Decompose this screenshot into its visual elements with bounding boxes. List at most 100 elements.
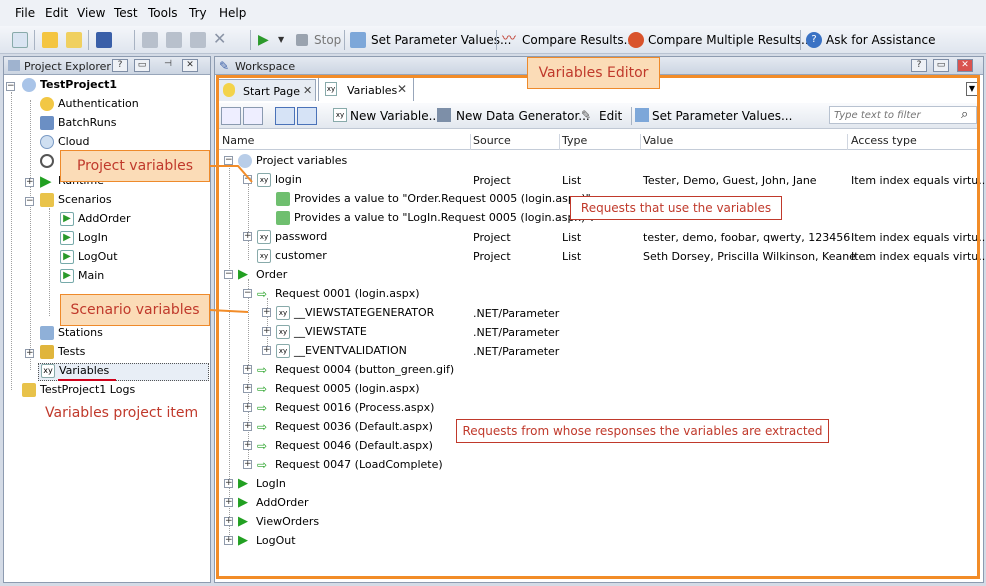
tree-gauge[interactable] <box>40 154 58 172</box>
group-icon[interactable] <box>275 107 295 125</box>
expand-request-0047[interactable]: + <box>243 460 252 469</box>
expand-order[interactable]: − <box>224 270 233 279</box>
expand-request-0005[interactable]: + <box>243 384 252 393</box>
save-icon[interactable] <box>96 32 112 48</box>
explorer-close-button[interactable]: ✕ <box>182 59 198 72</box>
tabs-dropdown-icon[interactable]: ▼ <box>966 82 978 96</box>
col-value[interactable]: Value <box>643 134 673 150</box>
tree-stations[interactable]: Stations <box>40 326 103 344</box>
row-customer[interactable]: xy customer <box>257 249 327 263</box>
menu-test[interactable]: Test <box>114 6 138 20</box>
view-mode-icon[interactable] <box>221 107 241 125</box>
row-login-scenario[interactable]: ▶ LogIn <box>238 477 286 491</box>
expand-addorder-scenario[interactable]: + <box>224 498 233 507</box>
row-password[interactable]: xy password <box>257 230 327 244</box>
cut-icon[interactable] <box>142 32 158 48</box>
set-params-button[interactable]: Set Parameter Values... <box>371 33 511 47</box>
tree-root[interactable]: TestProject1 <box>22 78 117 96</box>
expand-request-0016[interactable]: + <box>243 403 252 412</box>
menu-file[interactable]: File <box>15 6 35 20</box>
expand-login-scenario[interactable]: + <box>224 479 233 488</box>
new-generator-button[interactable]: New Data Generator... <box>456 109 590 123</box>
workspace-restore-button[interactable]: ▭ <box>933 59 949 72</box>
delete-icon[interactable]: ✕ <box>213 31 229 48</box>
workspace-help-button[interactable]: ? <box>911 59 927 72</box>
expand-eventvalidation[interactable]: + <box>262 346 271 355</box>
tree-batchruns[interactable]: BatchRuns <box>40 116 116 134</box>
compare-button[interactable]: Compare Results... <box>522 33 635 47</box>
compare-icon[interactable]: 〰 <box>502 32 518 48</box>
expand-tests[interactable]: + <box>25 349 34 358</box>
stop-icon[interactable] <box>296 34 308 46</box>
explorer-help-button[interactable]: ? <box>112 59 128 72</box>
expand-request-0046[interactable]: + <box>243 441 252 450</box>
explorer-pin-button[interactable]: ⊣ <box>160 59 176 72</box>
col-type[interactable]: Type <box>562 134 587 150</box>
stop-button[interactable]: Stop <box>314 33 341 47</box>
run-icon[interactable]: ▶ <box>258 32 274 48</box>
menu-view[interactable]: View <box>77 6 105 20</box>
compare-multi-button[interactable]: Compare Multiple Results... <box>648 33 813 47</box>
new-project-icon[interactable] <box>12 32 28 48</box>
col-source[interactable]: Source <box>473 134 511 150</box>
row-login[interactable]: xy login <box>257 173 302 187</box>
expand-runtime[interactable]: + <box>25 178 34 187</box>
tree-scenario-login[interactable]: ▶ LogIn <box>60 231 108 249</box>
tree-tests[interactable]: Tests <box>40 345 85 363</box>
tree-logs[interactable]: TestProject1 Logs <box>22 383 135 401</box>
row-vieworders-scenario[interactable]: ▶ ViewOrders <box>238 515 319 529</box>
tree-scenario-logout[interactable]: ▶ LogOut <box>60 250 118 268</box>
tab-variables[interactable]: xy Variables ✕ <box>318 77 414 101</box>
row-logout-scenario[interactable]: ▶ LogOut <box>238 534 296 548</box>
tree-scenarios[interactable]: Scenarios <box>40 193 112 211</box>
expand-root[interactable]: − <box>6 82 15 91</box>
row-viewstategenerator[interactable]: xy __VIEWSTATEGENERATOR <box>276 306 434 320</box>
explorer-restore-button[interactable]: ▭ <box>134 59 150 72</box>
row-order[interactable]: ▶ Order <box>238 268 287 282</box>
menu-try[interactable]: Try <box>189 6 207 20</box>
row-request-0004[interactable]: ⇨ Request 0004 (button_green.gif) <box>257 363 454 377</box>
paste-icon[interactable] <box>190 32 206 48</box>
row-request-0047[interactable]: ⇨ Request 0047 (LoadComplete) <box>257 458 443 472</box>
view-mode2-icon[interactable] <box>243 107 263 125</box>
tree-scenario-addorder[interactable]: ▶ AddOrder <box>60 212 131 230</box>
new-variable-button[interactable]: New Variable... <box>350 109 440 123</box>
row-request-0036[interactable]: ⇨ Request 0036 (Default.aspx) <box>257 420 433 434</box>
row-request-0046[interactable]: ⇨ Request 0046 (Default.aspx) <box>257 439 433 453</box>
expand-scenarios[interactable]: − <box>25 197 34 206</box>
tab-close-icon[interactable]: ✕ <box>397 82 407 96</box>
tree-scenario-main[interactable]: ▶ Main <box>60 269 104 287</box>
col-access[interactable]: Access type <box>851 134 917 150</box>
expand-request-0036[interactable]: + <box>243 422 252 431</box>
row-request-0001[interactable]: ⇨ Request 0001 (login.aspx) <box>257 287 420 301</box>
expand-viewstategenerator[interactable]: + <box>262 308 271 317</box>
menu-edit[interactable]: Edit <box>45 6 68 20</box>
group2-icon[interactable] <box>297 107 317 125</box>
tree-authentication[interactable]: Authentication <box>40 97 139 115</box>
run-dropdown-icon[interactable]: ▼ <box>278 32 294 48</box>
menu-help[interactable]: Help <box>219 6 246 20</box>
workspace-close-button[interactable]: ✕ <box>957 59 973 72</box>
row-eventvalidation[interactable]: xy __EVENTVALIDATION <box>276 344 407 358</box>
expand-request-0004[interactable]: + <box>243 365 252 374</box>
row-viewstate[interactable]: xy __VIEWSTATE <box>276 325 367 339</box>
tab-start-page[interactable]: Start Page ✕ <box>218 79 316 101</box>
expand-logout-scenario[interactable]: + <box>224 536 233 545</box>
help-icon[interactable]: ? <box>806 32 822 48</box>
row-addorder-scenario[interactable]: ▶ AddOrder <box>238 496 309 510</box>
menu-tools[interactable]: Tools <box>148 6 178 20</box>
copy-icon[interactable] <box>166 32 182 48</box>
row-request-0016[interactable]: ⇨ Request 0016 (Process.aspx) <box>257 401 434 415</box>
compare-multi-icon[interactable] <box>628 32 644 48</box>
open-folder-icon[interactable] <box>42 32 58 48</box>
expand-password[interactable]: + <box>243 232 252 241</box>
filter-input[interactable] <box>829 106 977 124</box>
row-usage-order[interactable]: Provides a value to "Order.Request 0005 … <box>276 192 594 206</box>
tab-close-icon[interactable]: ✕ <box>303 84 312 97</box>
refresh-icon[interactable] <box>66 32 82 48</box>
editor-set-params-button[interactable]: Set Parameter Values... <box>652 109 792 123</box>
row-usage-login[interactable]: Provides a value to "LogIn.Request 0005 … <box>276 211 594 225</box>
set-params-icon[interactable] <box>350 32 366 48</box>
expand-vieworders-scenario[interactable]: + <box>224 517 233 526</box>
expand-request-0001[interactable]: − <box>243 289 252 298</box>
